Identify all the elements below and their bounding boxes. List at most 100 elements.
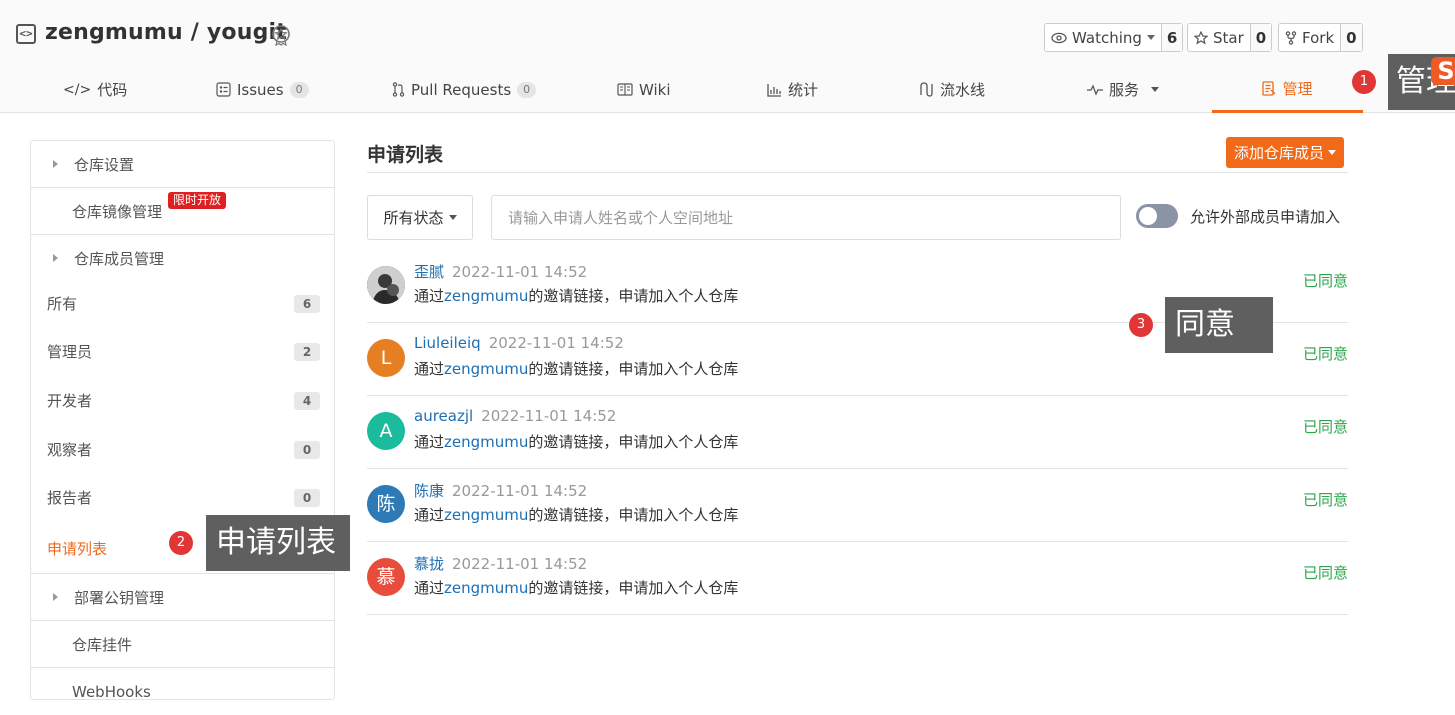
sidebar-item-members[interactable]: 仓库成员管理 [31,235,334,281]
tab-pipeline[interactable]: 流水线 [919,66,985,113]
status-approved: 已同意 [1302,272,1348,290]
tab-pull-requests-label: Pull Requests [411,80,512,99]
count-badge: 6 [294,294,320,313]
caret-right-icon [53,593,58,601]
fork-button[interactable]: Fork [1279,24,1340,51]
list-item: 慕 慕拢 2022-11-01 14:52 通过zengmumu的邀请链接，申请加… [367,542,1348,615]
tab-services[interactable]: 服务 [1087,66,1160,113]
apply-time: 2022-11-01 14:52 [452,482,588,500]
tab-stats[interactable]: 统计 [767,66,818,113]
sidebar-item-observers[interactable]: 观察者 0 [31,427,334,472]
tab-wiki[interactable]: Wiki [617,66,671,113]
avatar[interactable]: L [367,339,405,377]
allow-external-toggle[interactable] [1136,204,1178,228]
add-member-label: 添加仓库成员 [1233,144,1324,162]
count-badge: 2 [294,342,320,361]
page-title: 申请列表 [367,144,444,166]
chevron-down-icon [1151,87,1160,92]
applicant-line: Liuleileiq 2022-11-01 14:52 [414,334,624,352]
tab-issues-label: Issues [237,80,284,99]
applicant-search-input[interactable] [491,195,1121,240]
repo-title[interactable]: zengmumu / yougit [45,20,287,45]
applicant-name-link[interactable]: 陈康 [414,482,444,500]
tab-pull-requests[interactable]: Pull Requests 0 [392,66,537,113]
allow-external-label: 允许外部成员申请加入 [1190,208,1341,226]
sidebar-item-webhooks[interactable]: WebHooks [31,668,334,715]
tab-code-label: 代码 [97,81,128,99]
manage-icon [1262,80,1276,96]
sidebar-item-mirror[interactable]: 仓库镜像管理 限时开放 [31,188,334,235]
star-button[interactable]: Star [1188,24,1250,51]
inviter-link[interactable]: zengmumu [444,433,528,451]
pipeline-icon [920,82,933,97]
add-member-button[interactable]: 添加仓库成员 [1226,137,1344,168]
desc-suffix: 的邀请链接，申请加入个人仓库 [528,433,739,451]
star-group: Star 0 [1187,23,1273,52]
tab-stats-label: 统计 [788,81,819,99]
repo-header: <> zengmumu / yougit Watching 6 Star 0 F… [0,0,1455,113]
sidebar-item-label: 报告者 [47,489,93,507]
fork-count[interactable]: 0 [1340,24,1362,51]
fork-group: Fork 0 [1278,23,1363,52]
inviter-link[interactable]: zengmumu [444,506,528,524]
desc-suffix: 的邀请链接，申请加入个人仓库 [528,287,739,305]
sidebar-item-label: 申请列表 [47,539,108,558]
sidebar-item-label: 观察者 [47,441,93,459]
sidebar-item-reporters[interactable]: 报告者 0 [31,475,334,520]
sidebar-item-label: 管理员 [47,343,93,361]
application-description: 通过zengmumu的邀请链接，申请加入个人仓库 [414,431,738,452]
sidebar-item-developers[interactable]: 开发者 4 [31,378,334,423]
tab-manage[interactable]: 管理 [1212,66,1363,113]
toggle-knob [1139,207,1157,225]
avatar[interactable]: 陈 [367,485,405,523]
sidebar-item-admins[interactable]: 管理员 2 [31,329,334,374]
desc-suffix: 的邀请链接，申请加入个人仓库 [528,506,739,524]
annotation-callout-3: 同意 [1165,297,1273,353]
applicant-name-link[interactable]: 歪腻 [414,263,444,281]
watch-button[interactable]: Watching [1045,24,1161,51]
application-description: 通过zengmumu的邀请链接，申请加入个人仓库 [414,504,738,525]
sidebar-item-label: 所有 [47,295,78,313]
caret-down-icon [53,254,58,262]
avatar[interactable] [367,266,405,304]
tab-pipeline-label: 流水线 [940,81,986,99]
chevron-down-icon [1146,35,1155,40]
watch-group: Watching 6 [1044,23,1184,52]
sidebar-item-hooks[interactable]: 仓库挂件 [31,621,334,668]
sidebar-item-deploy-keys[interactable]: 部署公钥管理 [31,574,334,621]
applicant-name-link[interactable]: aureazjl [414,407,473,425]
watch-count[interactable]: 6 [1160,24,1183,51]
status-approved: 已同意 [1302,418,1348,436]
sidebar-item-label: 开发者 [47,392,93,410]
status-approved: 已同意 [1302,345,1348,363]
desc-prefix: 通过 [414,579,445,597]
tab-code[interactable]: </> 代码 [63,66,127,113]
sidebar-item-all[interactable]: 所有 6 [31,281,334,326]
list-item: A aureazjl 2022-11-01 14:52 通过zengmumu的邀请… [367,396,1348,469]
avatar[interactable]: A [367,412,405,450]
repo-nav: </> 代码 Issues 0 Pull Requests 0 Wiki 统计 … [0,66,1455,113]
inviter-link[interactable]: zengmumu [444,579,528,597]
applicant-name-link[interactable]: 慕拢 [414,555,444,573]
sidebar-item-label: WebHooks [72,682,151,701]
tab-issues[interactable]: Issues 0 [216,66,309,113]
chevron-down-icon [1328,150,1336,155]
inviter-link[interactable]: zengmumu [444,287,528,305]
desc-suffix: 的邀请链接，申请加入个人仓库 [528,579,739,597]
star-count[interactable]: 0 [1249,24,1272,51]
desc-suffix: 的邀请链接，申请加入个人仓库 [528,360,739,378]
issues-icon [216,82,231,97]
avatar[interactable]: 慕 [367,558,405,596]
sidebar-item-repo-settings[interactable]: 仓库设置 [31,141,334,188]
certificate-badge-icon[interactable] [270,24,292,46]
fork-icon [1285,30,1297,45]
inviter-link[interactable]: zengmumu [444,360,528,378]
status-filter-select[interactable]: 所有状态 [367,195,473,240]
application-description: 通过zengmumu的邀请链接，申请加入个人仓库 [414,285,738,306]
applicant-name-link[interactable]: Liuleileiq [414,334,481,352]
chevron-down-icon [448,215,457,220]
count-badge: 0 [294,488,320,507]
apply-time: 2022-11-01 14:52 [452,555,588,573]
watch-label: Watching [1072,28,1142,47]
fork-label: Fork [1302,28,1335,47]
